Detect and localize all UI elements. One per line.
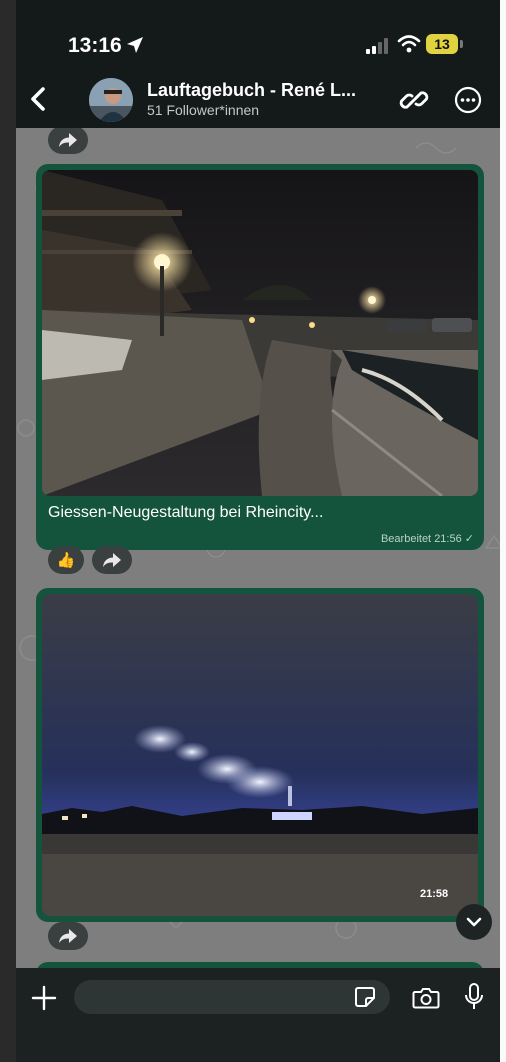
channel-avatar[interactable] [89, 78, 133, 122]
scroll-to-bottom-button[interactable] [456, 904, 492, 940]
location-arrow-icon [127, 37, 143, 53]
status-time: 13:16 [68, 34, 122, 57]
channel-header: 13:16 13 Lauftagebuch - René L... 51 Fol… [16, 0, 500, 128]
battery-cap [460, 40, 463, 48]
sent-check-icon: ✓ [464, 533, 474, 545]
phone-screen: 13:16 13 Lauftagebuch - René L... 51 Fol… [16, 0, 500, 1062]
message-time-2: 21:58 [420, 888, 449, 900]
forward-button-1[interactable] [92, 546, 132, 574]
battery-indicator: 13 [426, 34, 466, 54]
message-bubble-2[interactable]: 21:58 [36, 588, 484, 922]
left-screen-edge [0, 0, 16, 1062]
thumbs-up-emoji: 👍 [56, 552, 76, 569]
message-bubble-1[interactable]: Giessen-Neugestaltung bei Rheincity... B… [36, 164, 484, 550]
more-options-icon[interactable] [454, 86, 482, 114]
wifi-icon [397, 35, 421, 53]
battery-level: 13 [434, 36, 450, 52]
message-photo-1[interactable] [42, 170, 478, 496]
microphone-icon[interactable] [464, 982, 484, 1012]
right-screen-edge [500, 0, 506, 1062]
plus-icon[interactable] [30, 984, 58, 1012]
night-path-photo [42, 170, 478, 496]
reaction-thumbs-up[interactable]: 👍 [48, 546, 84, 574]
avatar-image [89, 78, 133, 122]
chevron-down-icon [466, 917, 482, 927]
edited-label: Bearbeitet [380, 533, 432, 545]
message-input[interactable] [74, 980, 390, 1014]
sticker-icon[interactable] [354, 986, 376, 1008]
forward-arrow-icon [59, 133, 77, 147]
composer-bar [16, 968, 500, 1062]
follower-count: 51 Follower*innen [147, 102, 260, 118]
message-caption-1: Giessen-Neugestaltung bei Rheincity... [48, 504, 324, 521]
message-photo-2[interactable] [42, 594, 478, 916]
channel-name[interactable]: Lauftagebuch - René L... [147, 80, 373, 101]
back-chevron-icon[interactable] [24, 84, 54, 114]
forward-arrow-icon [103, 553, 121, 567]
camera-icon[interactable] [412, 986, 440, 1010]
message-list[interactable]: Giessen-Neugestaltung bei Rheincity... B… [16, 128, 500, 968]
link-icon[interactable] [398, 84, 430, 116]
forward-button-2[interactable] [48, 922, 88, 950]
message-time-1: 21:56 [434, 533, 462, 545]
forward-arrow-icon [59, 929, 77, 943]
message-meta-1: Bearbeitet 21:56 ✓ [381, 532, 474, 545]
night-factory-photo [42, 594, 478, 916]
cellular-signal-icon [366, 38, 388, 54]
forward-button-top[interactable] [48, 128, 88, 154]
